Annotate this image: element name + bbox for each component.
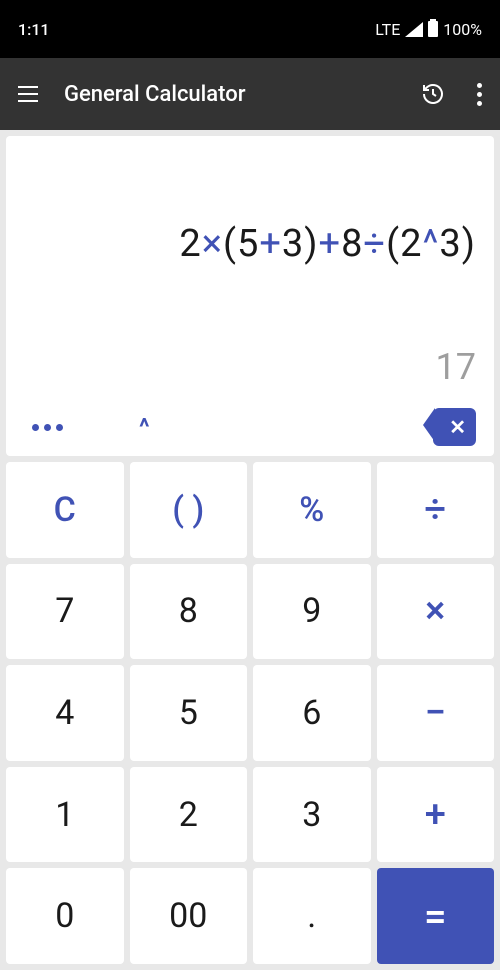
- network-label: LTE: [375, 20, 400, 39]
- digit-2-button[interactable]: 2: [130, 767, 248, 863]
- clear-button[interactable]: C: [6, 462, 124, 558]
- digit-7-button[interactable]: 7: [6, 564, 124, 660]
- display-area: 2×(5+3)+8÷(2^3) 17 ^ ✕: [6, 136, 494, 456]
- multiply-button[interactable]: ×: [377, 564, 495, 660]
- more-functions-button[interactable]: [24, 420, 71, 435]
- app-bar: General Calculator: [0, 58, 500, 130]
- digit-9-button[interactable]: 9: [253, 564, 371, 660]
- overflow-menu-icon[interactable]: [473, 79, 486, 110]
- digit-00-button[interactable]: 00: [130, 868, 248, 964]
- backspace-button[interactable]: ✕: [433, 408, 476, 446]
- digit-1-button[interactable]: 1: [6, 767, 124, 863]
- more-dots-icon: [32, 424, 63, 431]
- digit-3-button[interactable]: 3: [253, 767, 371, 863]
- equals-button[interactable]: =: [377, 868, 495, 964]
- decimal-button[interactable]: .: [253, 868, 371, 964]
- status-right: LTE 100%: [375, 20, 482, 39]
- battery-icon: [428, 21, 438, 37]
- divide-button[interactable]: ÷: [377, 462, 495, 558]
- digit-0-button[interactable]: 0: [6, 868, 124, 964]
- expression-text: 2×(5+3)+8÷(2^3): [179, 222, 476, 266]
- digit-6-button[interactable]: 6: [253, 665, 371, 761]
- digit-5-button[interactable]: 5: [130, 665, 248, 761]
- plus-button[interactable]: +: [377, 767, 495, 863]
- battery-percent: 100%: [443, 20, 482, 39]
- close-icon: ✕: [449, 415, 466, 439]
- status-time: 1:11: [18, 20, 50, 39]
- menu-icon[interactable]: [14, 78, 42, 110]
- signal-icon: [405, 22, 423, 37]
- result-text: 17: [24, 346, 476, 388]
- digit-8-button[interactable]: 8: [130, 564, 248, 660]
- parentheses-button[interactable]: ( ): [130, 462, 248, 558]
- history-icon[interactable]: [421, 82, 445, 106]
- caret-button[interactable]: ^: [131, 409, 158, 445]
- percent-button[interactable]: %: [253, 462, 371, 558]
- keypad: C ( ) % ÷ 7 8 9 × 4 5 6 − 1 2 3 + 0 00 .…: [0, 462, 500, 970]
- digit-4-button[interactable]: 4: [6, 665, 124, 761]
- minus-button[interactable]: −: [377, 665, 495, 761]
- status-bar: 1:11 LTE 100%: [0, 0, 500, 58]
- app-title: General Calculator: [64, 82, 399, 107]
